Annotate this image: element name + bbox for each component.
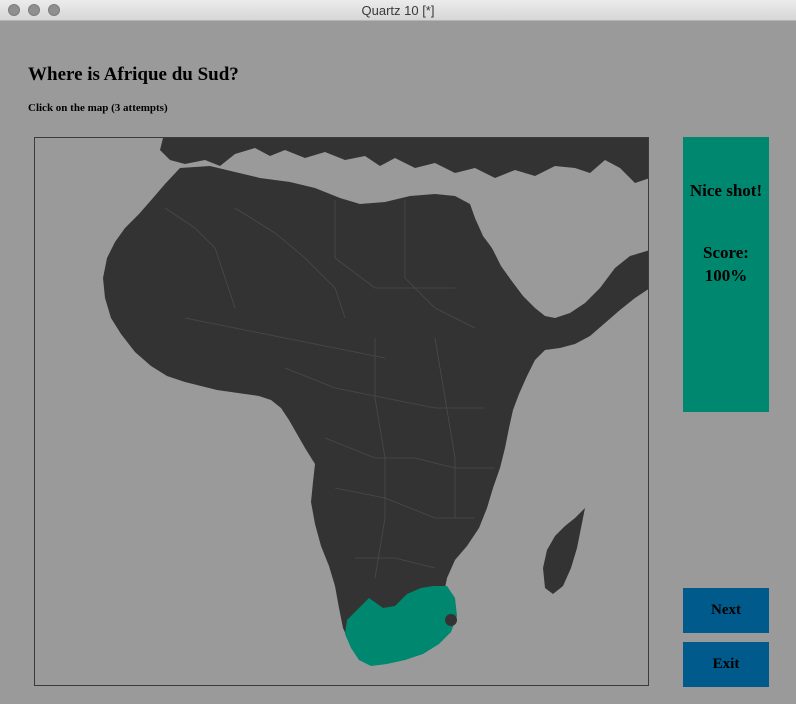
next-button[interactable]: Next bbox=[683, 588, 769, 633]
window-titlebar: Quartz 10 [*] bbox=[0, 0, 796, 21]
madagascar bbox=[543, 508, 585, 594]
exit-button[interactable]: Exit bbox=[683, 642, 769, 687]
instruction-text: Click on the map (3 attempts) bbox=[28, 102, 168, 114]
feedback-panel: Nice shot! Score: 100% bbox=[683, 137, 769, 412]
score-value: 100% bbox=[704, 266, 748, 285]
window-title: Quartz 10 [*] bbox=[361, 3, 435, 18]
feedback-message: Nice shot! bbox=[689, 181, 763, 200]
score-label: Score: bbox=[703, 243, 749, 262]
africa-map[interactable] bbox=[34, 137, 649, 686]
question-title: Where is Afrique du Sud? bbox=[28, 64, 239, 85]
persian-gulf bbox=[571, 178, 627, 250]
lesotho-marker bbox=[445, 614, 457, 626]
africa-landmass bbox=[103, 166, 648, 658]
africa-map-canvas[interactable] bbox=[35, 138, 649, 686]
